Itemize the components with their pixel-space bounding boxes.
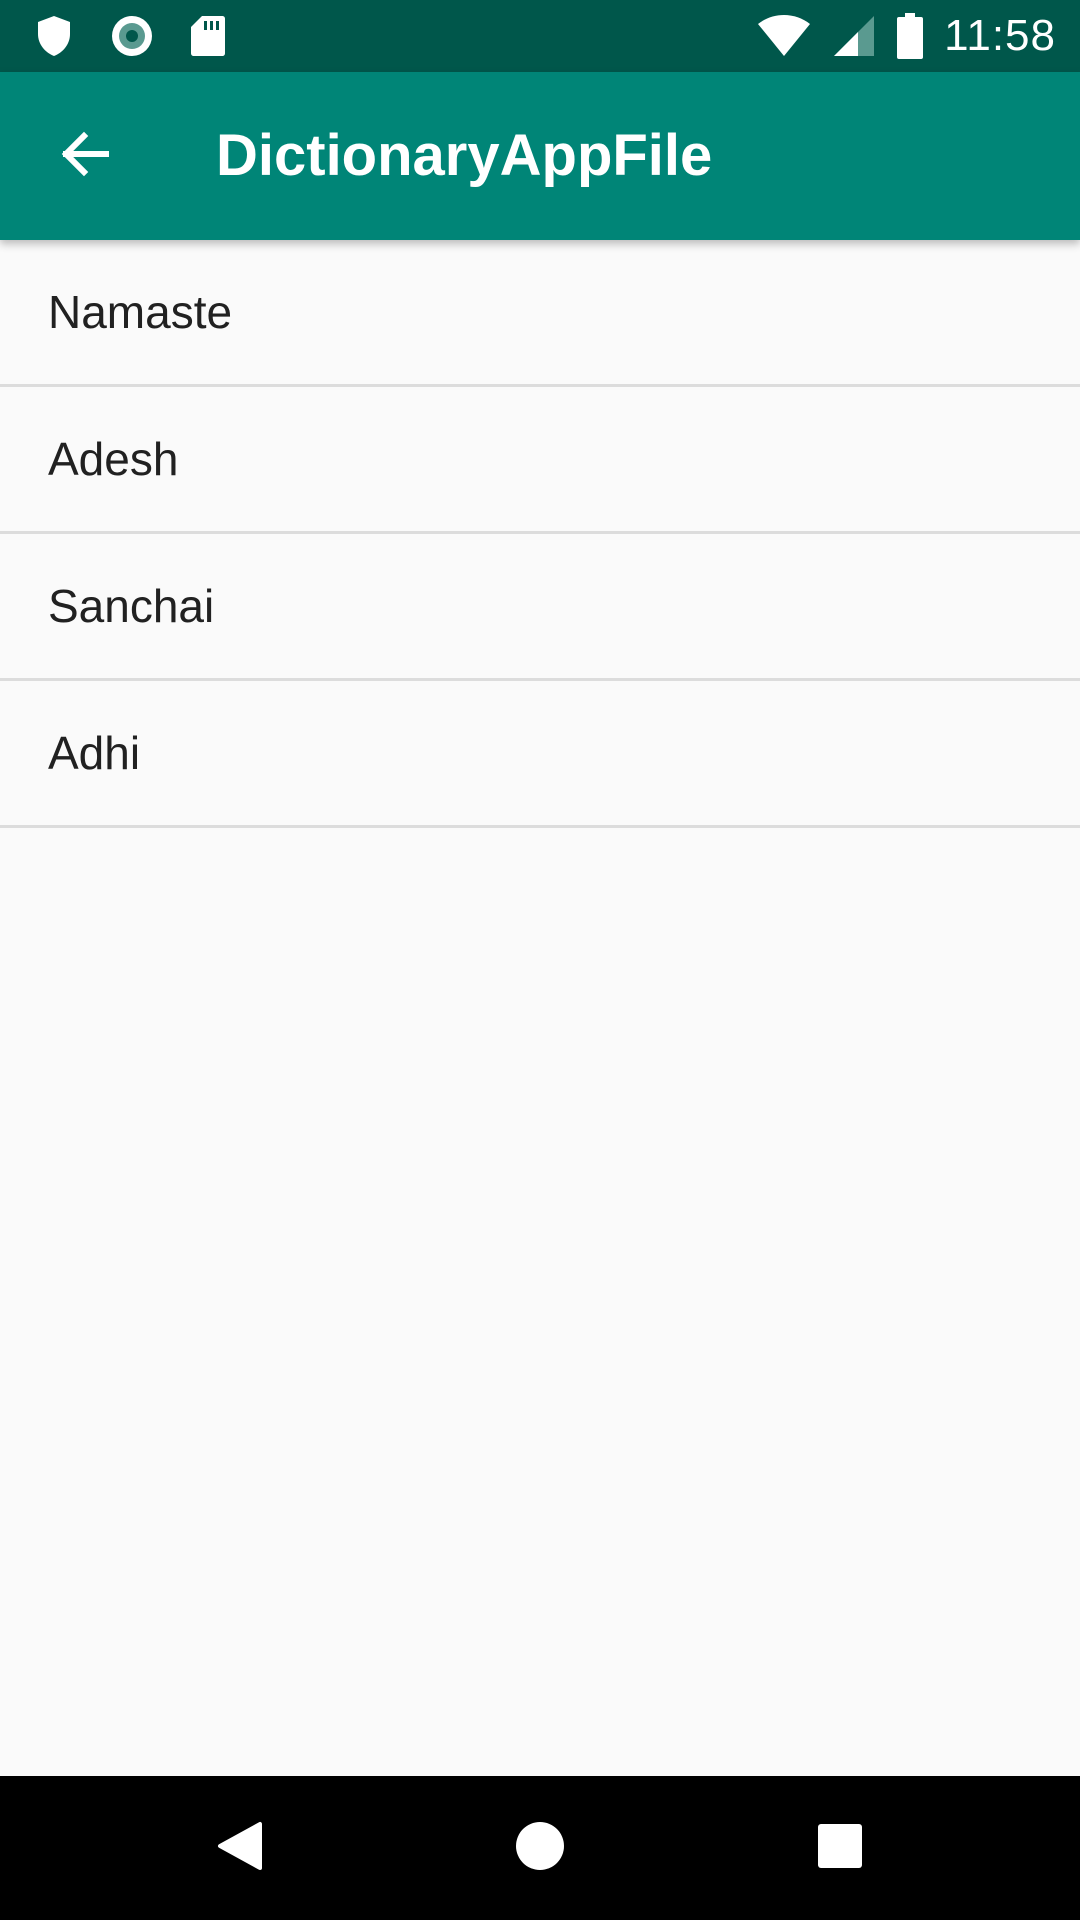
list-item-namaste[interactable]: Namaste	[0, 240, 1080, 387]
arrow-back-icon	[58, 128, 110, 185]
battery-icon	[896, 13, 924, 59]
recents-square-icon	[817, 1823, 863, 1874]
app-bar: DictionaryAppFile	[0, 72, 1080, 240]
list-item-label: Adesh	[48, 433, 179, 485]
word-list: Namaste Adesh Sanchai Adhi	[0, 240, 1080, 828]
sd-card-icon	[190, 14, 226, 58]
nav-back-button[interactable]	[190, 1798, 290, 1898]
cell-signal-icon	[832, 14, 876, 58]
wifi-icon	[756, 14, 812, 58]
nav-recents-button[interactable]	[790, 1798, 890, 1898]
shield-icon	[34, 14, 74, 58]
app-title: DictionaryAppFile	[216, 123, 713, 188]
back-button[interactable]	[34, 106, 134, 206]
nav-bar	[0, 1776, 1080, 1920]
status-right-icons: 11:58	[756, 0, 1056, 72]
list-item-adesh[interactable]: Adesh	[0, 387, 1080, 534]
nav-home-button[interactable]	[490, 1798, 590, 1898]
screen: 11:58 DictionaryAppFile Namaste Adesh Sa…	[0, 0, 1080, 1920]
status-bar: 11:58	[0, 0, 1080, 72]
list-item-label: Adhi	[48, 727, 141, 779]
list-item-adhi[interactable]: Adhi	[0, 681, 1080, 828]
list-item-label: Namaste	[48, 286, 233, 338]
home-circle-icon	[515, 1821, 565, 1876]
list-item-label: Sanchai	[48, 580, 215, 632]
record-icon	[110, 14, 154, 58]
back-triangle-icon	[216, 1820, 264, 1877]
status-left-icons	[34, 12, 226, 60]
list-item-sanchai[interactable]: Sanchai	[0, 534, 1080, 681]
status-time: 11:58	[944, 11, 1056, 60]
